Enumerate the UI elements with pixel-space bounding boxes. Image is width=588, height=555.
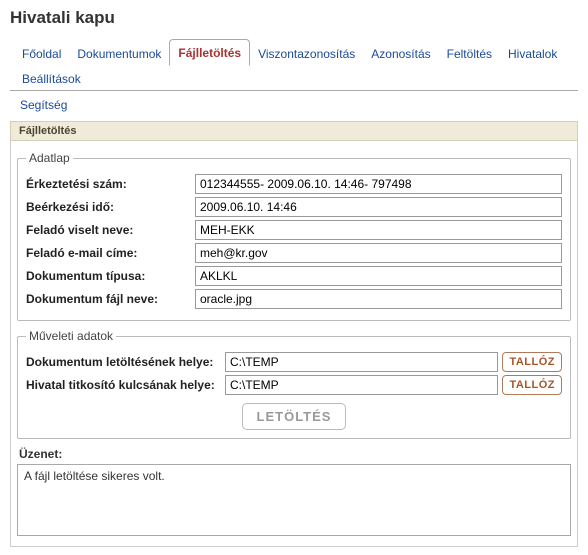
input-erkeztetesi-szam[interactable] [195,174,562,194]
tabs-row-1: Főoldal Dokumentumok Fájlletöltés Viszon… [14,38,574,90]
row-dokumentum-tipusa: Dokumentum típusa: [26,266,562,286]
content-panel: Adatlap Érkeztetési szám: Beérkezési idő… [10,141,578,547]
fieldset-adatlap: Adatlap Érkeztetési szám: Beérkezési idő… [17,151,571,321]
tab-viszontazonositas[interactable]: Viszontazonosítás [250,41,363,66]
message-text: A fájl letöltése sikeres volt. [24,469,165,483]
row-beerkezesi-ido: Beérkezési idő: [26,197,562,217]
page-title: Hivatali kapu [10,8,578,28]
label-letoltes-helye: Dokumentum letöltésének helye: [26,355,221,369]
tab-fooldal[interactable]: Főoldal [14,41,69,66]
input-felado-viselt-neve[interactable] [195,220,562,240]
label-kulcs-helye: Hivatal titkosító kulcsának helye: [26,378,221,392]
message-box: A fájl letöltése sikeres volt. [17,464,571,536]
input-felado-email[interactable] [195,243,562,263]
download-button[interactable]: LETÖLTÉS [242,403,347,430]
row-dokumentum-fajl-neve: Dokumentum fájl neve: [26,289,562,309]
tab-dokumentumok[interactable]: Dokumentumok [69,41,169,66]
label-beerkezesi-ido: Beérkezési idő: [26,200,191,214]
label-dokumentum-tipusa: Dokumentum típusa: [26,269,191,283]
legend-muveleti: Műveleti adatok [26,329,116,343]
row-felado-email: Feladó e-mail címe: [26,243,562,263]
tab-feltoltes[interactable]: Feltöltés [439,41,500,66]
input-kulcs-helye[interactable] [225,375,498,395]
legend-adatlap: Adatlap [26,151,73,165]
tab-fajlletoltes[interactable]: Fájlletöltés [169,39,250,66]
row-letoltes-helye: Dokumentum letöltésének helye: TALLÓZ [26,352,562,372]
browse-button-kulcs[interactable]: TALLÓZ [502,375,562,395]
label-felado-viselt-neve: Feladó viselt neve: [26,223,191,237]
fieldset-muveleti: Műveleti adatok Dokumentum letöltésének … [17,329,571,439]
tab-azonositas[interactable]: Azonosítás [363,41,438,66]
tabs-row-2: Segítség [10,91,578,115]
tab-beallitasok[interactable]: Beállítások [14,66,89,91]
row-kulcs-helye: Hivatal titkosító kulcsának helye: TALLÓ… [26,375,562,395]
message-label: Üzenet: [19,447,571,461]
section-title: Fájlletöltés [10,121,578,141]
input-beerkezesi-ido[interactable] [195,197,562,217]
row-felado-viselt-neve: Feladó viselt neve: [26,220,562,240]
label-dokumentum-fajl-neve: Dokumentum fájl neve: [26,292,191,306]
input-dokumentum-tipusa[interactable] [195,266,562,286]
tabs-bar: Főoldal Dokumentumok Fájlletöltés Viszon… [10,38,578,91]
tab-hivatalok[interactable]: Hivatalok [500,41,565,66]
label-erkeztetesi-szam: Érkeztetési szám: [26,177,191,191]
browse-button-letoltes[interactable]: TALLÓZ [502,352,562,372]
download-button-wrap: LETÖLTÉS [26,403,562,430]
input-dokumentum-fajl-neve[interactable] [195,289,562,309]
input-letoltes-helye[interactable] [225,352,498,372]
label-felado-email: Feladó e-mail címe: [26,246,191,260]
row-erkeztetesi-szam: Érkeztetési szám: [26,174,562,194]
tab-segitseg[interactable]: Segítség [14,94,73,116]
